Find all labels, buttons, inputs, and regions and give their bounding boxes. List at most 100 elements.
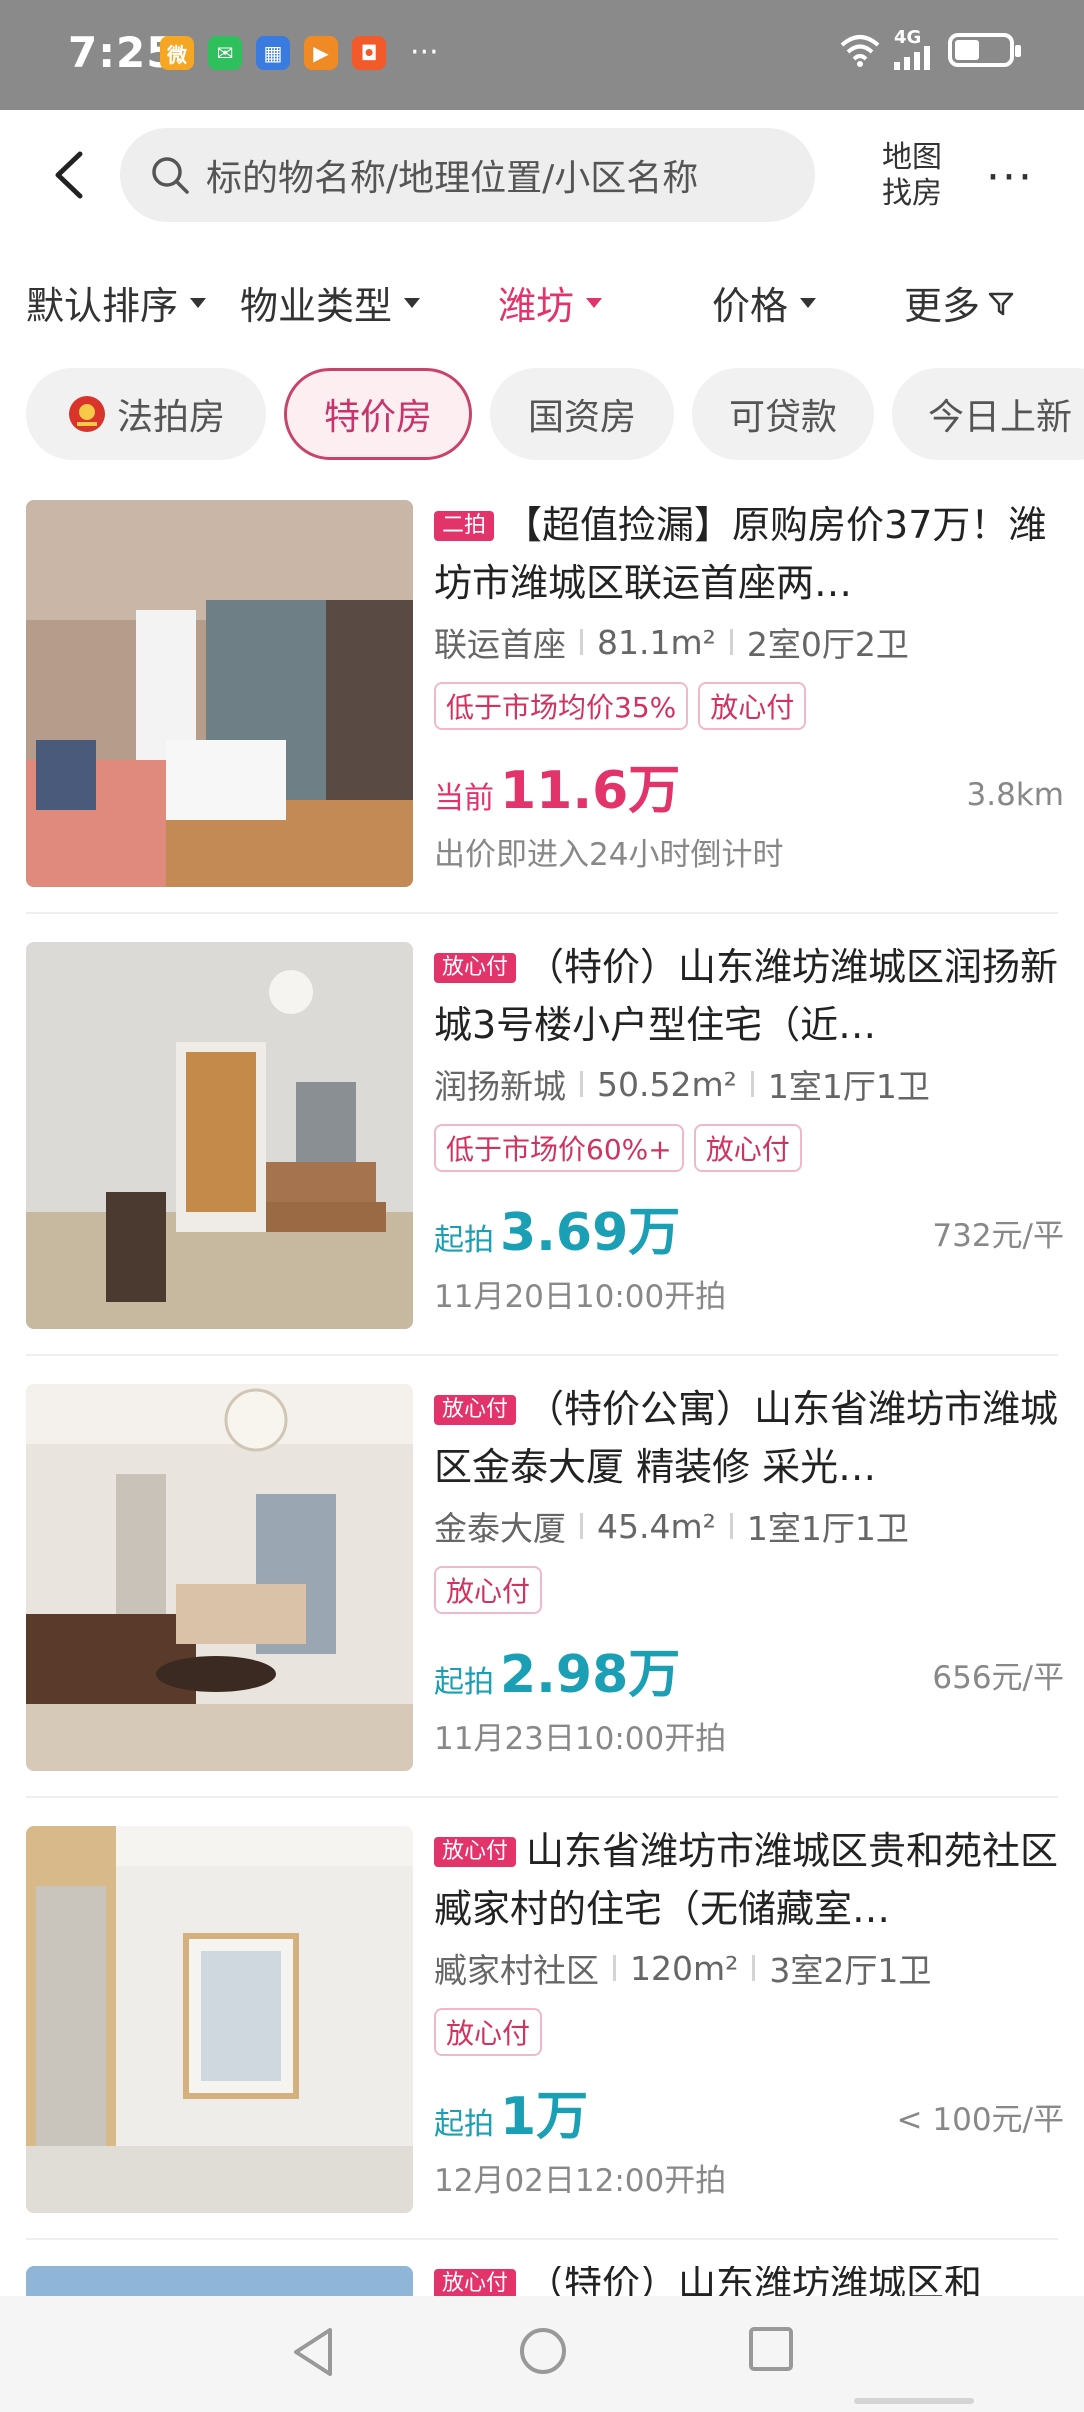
search-placeholder: 标的物名称/地理位置/小区名称 [206,158,699,199]
room-layout: 3室2厅1卫 [769,1951,932,1990]
filter-property-type[interactable]: 物业类型 [240,275,421,330]
price-row: 起拍 2.98万 656元/平 [434,1632,1064,1707]
quick-tag-bar: 法拍房 特价房 国资房 可贷款 今日上新 [0,368,1084,460]
discount-chip: 低于市场价60%+ [434,1124,684,1172]
filter-more-label: 更多 [904,284,981,328]
search-bar[interactable]: 标的物名称/地理位置/小区名称 [120,128,815,222]
secure-pay-badge: 放心付 [434,953,517,983]
wifi-icon [840,35,880,67]
listing-photo [26,1826,413,2213]
listing-meta: 联运首座 81.1m² 2室0厅2卫 [434,618,1064,666]
room-layout: 2室0厅2卫 [746,625,909,664]
price-value: 1万 [500,2087,589,2147]
top-bar: 标的物名称/地理位置/小区名称 地图 找房 ··· [0,110,1084,240]
filter-price[interactable]: 价格 [712,275,817,330]
unit-price: < 100元/平 [896,2102,1064,2138]
filter-funnel-icon [988,292,1014,315]
caret-down-icon [800,297,817,308]
secure-pay-chip: 放心付 [434,2008,543,2056]
listing-title-text: 【超值捡漏】原购房价37万！潍坊市潍城区联运首座两… [434,503,1047,605]
floor-area: 50.52m² [597,1064,737,1104]
price-label: 当前 [434,781,494,816]
nav-recents-icon[interactable] [748,2326,794,2372]
listing-title: 放心付 （特价公寓）山东省潍坊市潍城区金泰大厦 精装修 采光… [434,1380,1064,1496]
price-label: 起拍 [434,2107,494,2142]
caret-down-icon [404,297,421,308]
price-row: 起拍 3.69万 732元/平 [434,1190,1064,1265]
listing-title: 放心付 （特价）山东潍坊潍城区润扬新城3号楼小户型住宅（近… [434,938,1064,1054]
price-label: 起拍 [434,1665,494,1700]
system-icons: 4G [840,27,1021,70]
listing-photo [26,942,413,1329]
price-row: 起拍 1万 < 100元/平 [434,2074,1064,2149]
listing-title: 放心付 山东省潍坊市潍城区贵和苑社区臧家村的住宅（无储藏室… [434,1822,1064,1938]
video-app-icon: ▶ [304,36,338,70]
secure-pay-badge: 放心付 [434,1395,517,1425]
secure-pay-chip: 放心付 [698,682,807,730]
listing-photo [26,2266,413,2296]
floor-area: 81.1m² [597,622,716,662]
listing-title-text: （特价公寓）山东省潍坊市潍城区金泰大厦 精装修 采光… [434,1387,1059,1489]
filter-region[interactable]: 潍坊 [498,275,603,330]
divider [26,1354,1058,1356]
price-value: 2.98万 [500,1645,681,1705]
listing-card[interactable]: 放心付 （特价）山东潍坊潍城区润扬新城3号楼小户型住宅（近… 润扬新城 50.52… [0,932,1084,1332]
listing-info: 放心付 山东省潍坊市潍城区贵和苑社区臧家村的住宅（无储藏室… 臧家村社区 120m… [434,1822,1064,2200]
system-nav-bar [0,2296,1084,2412]
filter-more[interactable]: 更多 [904,275,1016,330]
price-value: 3.69万 [500,1203,681,1263]
calendar-icon: ▦ [256,36,290,70]
unit-price: 732元/平 [932,1218,1064,1254]
filter-price-label: 价格 [712,284,789,328]
auction-start-time: 11月20日10:00开拍 [434,1279,727,1315]
listing-card[interactable]: 放心付 山东省潍坊市潍城区贵和苑社区臧家村的住宅（无储藏室… 臧家村社区 120m… [0,1816,1084,2216]
tag-special-price[interactable]: 特价房 [284,368,472,460]
tag-label: 法拍房 [116,397,225,438]
auction-start-time: 12月02日12:00开拍 [434,2163,727,2199]
back-icon[interactable] [44,148,94,202]
listing-card[interactable]: 二拍 【超值捡漏】原购房价37万！潍坊市潍城区联运首座两… 联运首座 81.1m²… [0,490,1084,890]
room-layout: 1室1厅1卫 [767,1067,930,1106]
feature-chips: 低于市场均价35% 放心付 [434,682,1064,730]
community-name: 金泰大厦 [434,1509,566,1548]
tag-state-owned[interactable]: 国资房 [490,368,674,460]
network-type: 4G [894,27,922,48]
living-room-image [26,500,413,887]
map-search-button[interactable]: 地图 找房 [872,140,952,212]
caret-down-icon [586,297,603,308]
community-name: 臧家村社区 [434,1951,599,1990]
filter-region-label: 潍坊 [498,284,575,328]
community-name: 润扬新城 [434,1067,566,1106]
more-options-icon[interactable]: ··· [986,152,1034,203]
listing-title-text: 山东省潍坊市潍城区贵和苑社区臧家村的住宅（无储藏室… [434,1829,1059,1931]
filter-property-type-label: 物业类型 [240,284,393,328]
tag-loanable[interactable]: 可贷款 [692,368,874,460]
listing-card[interactable]: 放心付 （特价公寓）山东省潍坊市潍城区金泰大厦 精装修 采光… 金泰大厦 45.4… [0,1374,1084,1774]
secure-pay-badge: 放心付 [434,2269,517,2296]
feature-chips: 放心付 [434,2008,1064,2056]
divider [26,912,1058,914]
signal-icon [894,46,930,70]
bedroom-image [26,1384,413,1771]
floor-area: 120m² [630,1948,739,1988]
feature-chips: 低于市场价60%+ 放心付 [434,1124,1064,1172]
filter-sort[interactable]: 默认排序 [26,275,207,330]
more-notifications-icon: ··· [410,35,439,70]
listing-card-partial[interactable]: 放心付 （特价）山东潍坊潍城区和 [0,2266,1084,2296]
nav-home-icon[interactable] [518,2326,568,2376]
nav-back-icon[interactable] [290,2326,336,2378]
room-layout: 1室1厅1卫 [746,1509,909,1548]
listing-title-text: （特价）山东潍坊潍城区润扬新城3号楼小户型住宅（近… [434,945,1059,1047]
living-room-image [26,942,413,1329]
wechat-icon: ✉ [208,36,242,70]
listing-photo [26,500,413,887]
tag-judicial-auction[interactable]: 法拍房 [26,368,266,460]
listing-title: 二拍 【超值捡漏】原购房价37万！潍坊市潍城区联运首座两… [434,496,1064,612]
feature-chips: 放心付 [434,1566,1064,1614]
listing-info: 放心付 （特价）山东潍坊潍城区润扬新城3号楼小户型住宅（近… 润扬新城 50.52… [434,938,1064,1316]
listing-title-text: （特价）山东潍坊潍城区和 [526,2266,983,2296]
tag-new-today[interactable]: 今日上新 [892,368,1084,460]
status-bar: 7:25 微 ✉ ▦ ▶ ◘ ··· 4G [0,0,1084,110]
cellular-signal: 4G [894,27,934,70]
filter-sort-label: 默认排序 [26,284,179,328]
